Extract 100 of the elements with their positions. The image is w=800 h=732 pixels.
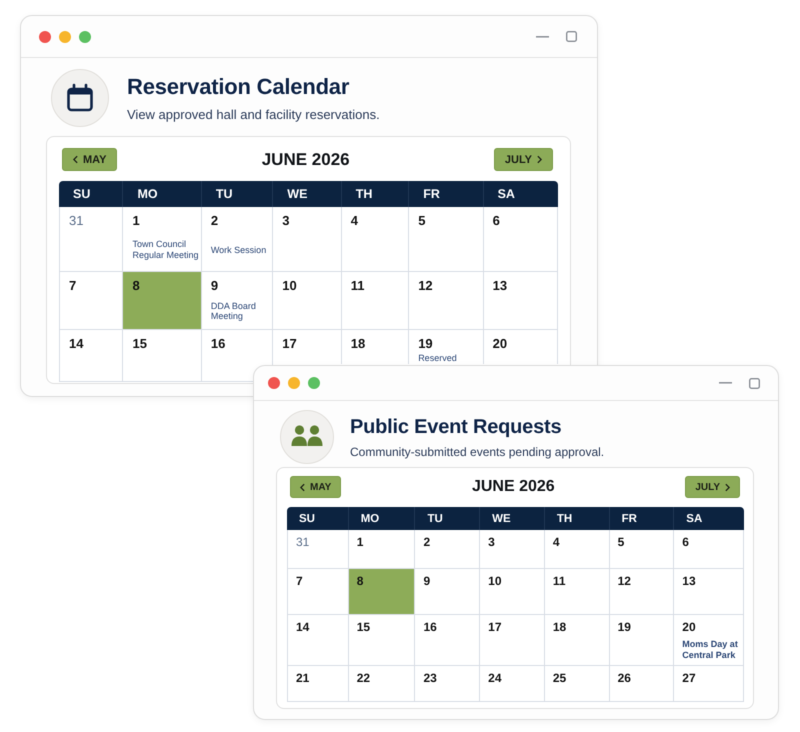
day-cell[interactable]: 23	[415, 666, 480, 702]
next-month-button[interactable]: JULY	[685, 476, 740, 498]
weekday-header: TU	[202, 181, 274, 207]
day-number: 6	[682, 536, 689, 550]
previous-month-button[interactable]: MAY	[290, 476, 342, 498]
day-cell[interactable]: 7	[59, 272, 124, 330]
day-cell[interactable]: 1	[348, 530, 416, 569]
day-cell[interactable]: 5	[409, 207, 484, 272]
weekday-header: SU	[287, 507, 349, 530]
event-label: Reserved	[418, 352, 457, 364]
next-month-button[interactable]: JULY	[494, 148, 553, 171]
day-cell[interactable]: 16	[202, 330, 274, 382]
day-cell[interactable]: 12	[610, 569, 674, 615]
day-number: 17	[488, 621, 502, 635]
day-cell[interactable]: 20 Moms Day at Central Park	[674, 615, 744, 666]
day-cell[interactable]: 22	[348, 666, 416, 702]
day-cell[interactable]: 11	[342, 272, 410, 330]
day-cell[interactable]: 20	[484, 330, 558, 364]
calendar-icon	[51, 69, 109, 127]
day-number: 10	[282, 279, 297, 294]
previous-month-button[interactable]: MAY	[62, 148, 118, 171]
day-cell[interactable]: 26	[610, 666, 674, 702]
day-number: 22	[356, 672, 370, 686]
day-cell[interactable]: 21	[287, 666, 349, 702]
day-cell[interactable]: 6	[484, 207, 558, 272]
window-title: Reservation Calendar	[127, 74, 350, 100]
chevron-left-icon	[73, 155, 78, 164]
day-cell[interactable]: 11	[544, 569, 610, 615]
day-cell[interactable]: 5	[610, 530, 674, 569]
day-cell[interactable]: 19	[610, 615, 674, 666]
day-number: 5	[418, 214, 426, 229]
event-label: Town Council Regular Meeting	[132, 239, 199, 261]
day-cell[interactable]: 18	[544, 615, 610, 666]
day-number: 18	[552, 621, 566, 635]
day-cell[interactable]: 18	[342, 330, 410, 364]
day-cell[interactable]: 13	[484, 272, 558, 330]
weekday-header: SA	[484, 181, 558, 207]
day-number: 7	[69, 279, 76, 294]
day-cell[interactable]: 12	[409, 272, 484, 330]
day-cell[interactable]: 31	[59, 207, 124, 272]
day-cell[interactable]: 27	[674, 666, 744, 702]
day-cell[interactable]: 7	[287, 569, 349, 615]
chevron-right-icon	[537, 155, 542, 164]
window-subtitle: View approved hall and facility reservations.	[127, 107, 380, 122]
minimize-icon[interactable]	[59, 30, 71, 42]
day-cell[interactable]: 9 DDA Board Meeting	[202, 272, 274, 330]
close-icon[interactable]	[268, 377, 280, 389]
day-number: 23	[423, 672, 437, 686]
day-number: 2	[210, 214, 218, 229]
minimize-icon[interactable]	[719, 382, 732, 384]
day-number: 17	[282, 337, 297, 352]
day-cell[interactable]: 9	[415, 569, 480, 615]
event-label: Moms Day at Central Park	[682, 639, 739, 661]
day-cell[interactable]: 8	[123, 272, 202, 330]
close-icon[interactable]	[39, 30, 51, 42]
weekday-header: TU	[415, 507, 480, 530]
day-cell[interactable]: 3	[273, 207, 342, 272]
day-number: 8	[132, 279, 140, 294]
day-number: 26	[618, 672, 631, 686]
weekday-header: TH	[544, 507, 610, 530]
day-number: 13	[682, 575, 696, 589]
day-number: 31	[296, 536, 310, 550]
people-icon	[280, 410, 334, 464]
maximize-icon[interactable]	[79, 30, 91, 42]
maximize-icon[interactable]	[308, 377, 320, 389]
day-number: 9	[210, 279, 218, 294]
day-cell[interactable]: 8	[348, 569, 416, 615]
day-cell[interactable]: 14	[59, 330, 124, 382]
window-title: Public Event Requests	[350, 416, 562, 438]
day-cell[interactable]: 6	[674, 530, 744, 569]
day-cell[interactable]: 16	[415, 615, 480, 666]
day-cell[interactable]: 10	[273, 272, 342, 330]
day-cell[interactable]: 10	[480, 569, 545, 615]
maximize-icon[interactable]	[749, 378, 760, 388]
weekday-header: SA	[674, 507, 744, 530]
minimize-icon[interactable]	[536, 36, 549, 38]
day-number: 4	[552, 536, 560, 550]
chevron-right-icon	[725, 482, 730, 492]
day-cell[interactable]: 2 Work Session	[202, 207, 274, 272]
chevron-left-icon	[300, 482, 305, 492]
minimize-icon[interactable]	[288, 377, 300, 389]
maximize-icon[interactable]	[566, 31, 577, 42]
day-cell[interactable]: 3	[480, 530, 545, 569]
day-cell[interactable]: 17	[480, 615, 545, 666]
day-cell[interactable]: 4	[342, 207, 410, 272]
day-number: 11	[350, 279, 364, 294]
day-cell[interactable]: 31	[287, 530, 349, 569]
day-cell[interactable]: 2	[415, 530, 480, 569]
day-cell[interactable]: 1 Town Council Regular Meeting	[123, 207, 202, 272]
day-cell[interactable]: 15	[123, 330, 202, 382]
day-cell[interactable]: 14	[287, 615, 349, 666]
day-number: 19	[618, 621, 631, 635]
day-number: 20	[492, 337, 508, 352]
day-cell[interactable]: 4	[544, 530, 610, 569]
day-number: 6	[492, 214, 500, 229]
day-cell[interactable]: 25	[544, 666, 610, 702]
event-label: DDA Board Meeting	[210, 300, 257, 322]
day-cell[interactable]: 24	[480, 666, 545, 702]
day-cell[interactable]: 15	[348, 615, 416, 666]
day-cell[interactable]: 13	[674, 569, 744, 615]
